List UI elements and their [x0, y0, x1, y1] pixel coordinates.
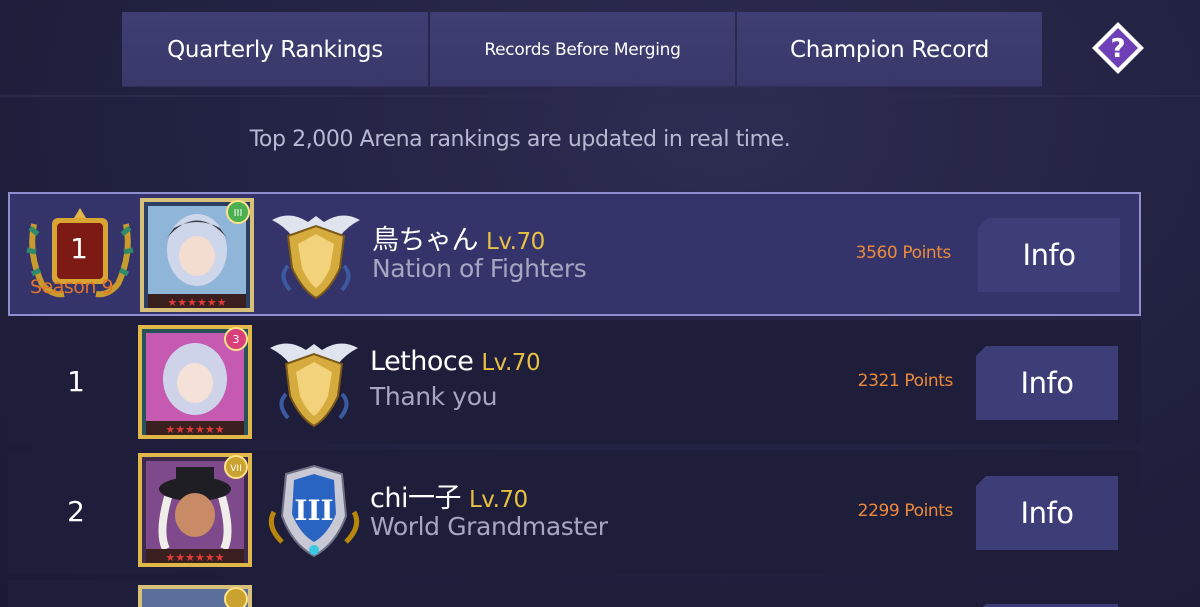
character-portrait[interactable]: ★★★★★★ 3 [138, 325, 252, 439]
tab-divider [0, 95, 1200, 97]
info-button[interactable]: Info [976, 346, 1118, 420]
player-name: 鳥ちゃん Lv.70 [372, 225, 545, 256]
ranking-row: 1 ★★★★★★ 3 Lethoce Lv.70 Thank you 2321 P… [8, 320, 1141, 444]
portrait-badge: III [234, 208, 243, 219]
tab-champion-record[interactable]: Champion Record [737, 12, 1042, 87]
points-value: 2321 Points [857, 371, 954, 391]
points-value: 2299 Points [857, 501, 954, 521]
player-name: chi一子 Lv.70 [370, 483, 528, 514]
character-portrait[interactable] [138, 585, 252, 607]
ranking-row-partial [8, 580, 1141, 607]
guild-name: Nation of Fighters [372, 254, 587, 283]
svg-text:?: ? [1110, 34, 1125, 64]
info-button[interactable]: Info [978, 218, 1120, 292]
player-level: Lv.70 [486, 229, 545, 255]
gold-winged-shield-icon [272, 215, 360, 300]
tab-records-before-merging[interactable]: Records Before Merging [430, 12, 735, 87]
svg-text:★★★★★★: ★★★★★★ [167, 296, 226, 309]
player-name: Lethoce Lv.70 [370, 346, 541, 377]
svg-text:★★★★★★: ★★★★★★ [165, 551, 224, 564]
guild-name: Thank you [370, 382, 498, 411]
season-label: Season 9 [30, 276, 114, 298]
svg-text:★★★★★★: ★★★★★★ [165, 423, 224, 436]
player-level: Lv.70 [468, 487, 528, 513]
gold-winged-shield-icon [266, 598, 362, 607]
help-icon[interactable]: ? [1090, 20, 1146, 76]
rank-number: 2 [67, 495, 85, 528]
points-value: 3560 Points [855, 243, 952, 263]
player-level: Lv.70 [481, 350, 541, 376]
ranking-tabs: Quarterly Rankings Records Before Mergin… [0, 0, 1200, 97]
gold-winged-shield-icon [270, 343, 358, 428]
portrait-badge: VII [230, 464, 241, 474]
self-rank-number: 1 [70, 232, 88, 265]
tab-quarterly-rankings[interactable]: Quarterly Rankings [122, 12, 428, 87]
ranking-notice: Top 2,000 Arena rankings are updated in … [249, 127, 791, 152]
info-button[interactable]: Info [976, 476, 1118, 550]
blue-rank-iii-shield-icon: III [268, 464, 360, 558]
rank-number: 1 [67, 365, 85, 398]
guild-name: World Grandmaster [370, 512, 608, 541]
ranking-row-self: 1 Season 9 ★★★★★★ III 鳥ちゃん Lv.70 Nation o… [8, 192, 1141, 316]
portrait-badge: 3 [233, 333, 240, 346]
character-portrait[interactable]: ★★★★★★ III [140, 198, 254, 312]
svg-text:III: III [294, 494, 333, 527]
ranking-row: 2 ★★★★★★ VII III chi一子 Lv.70 World Grandm… [8, 450, 1141, 574]
character-portrait[interactable]: ★★★★★★ VII [138, 453, 252, 567]
